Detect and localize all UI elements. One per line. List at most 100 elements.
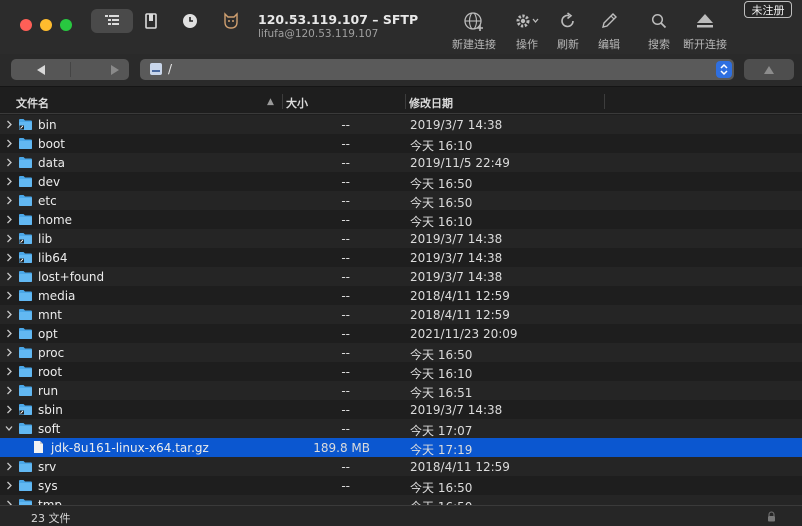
file-modified-date: 今天 16:50 [410, 177, 473, 191]
chevron-right-icon[interactable] [5, 120, 13, 129]
table-row[interactable]: sys -- 今天 16:50 [0, 476, 802, 495]
file-modified-date: 今天 16:50 [410, 481, 473, 495]
column-size[interactable]: 大小 [286, 95, 308, 111]
chevron-right-icon[interactable] [5, 348, 13, 357]
file-name: bin [38, 118, 57, 132]
path-selector[interactable]: / [140, 59, 734, 80]
folder-icon [19, 309, 32, 320]
chevron-right-icon[interactable] [5, 367, 13, 376]
table-row[interactable]: media -- 2018/4/11 12:59 [0, 286, 802, 305]
chevron-right-icon[interactable] [5, 196, 13, 205]
back-arrow-icon[interactable] [37, 65, 45, 75]
history-button[interactable] [179, 9, 201, 33]
outline-view-button[interactable] [91, 9, 133, 33]
chevron-right-icon[interactable] [5, 405, 13, 414]
sftp-window: 120.53.119.107 – SFTP lifufa@120.53.119.… [0, 0, 802, 526]
chevron-right-icon[interactable] [5, 215, 13, 224]
column-separator[interactable] [405, 94, 406, 109]
file-name: lost+found [38, 270, 105, 284]
table-row[interactable]: lost+found -- 2019/3/7 14:38 [0, 267, 802, 286]
file-size: -- [341, 308, 350, 322]
forward-arrow-icon[interactable] [111, 65, 119, 75]
column-modified[interactable]: 修改日期 [409, 95, 453, 111]
file-modified-date: 今天 16:10 [410, 367, 473, 381]
table-row[interactable]: boot -- 今天 16:10 [0, 134, 802, 153]
column-separator[interactable] [282, 94, 283, 109]
bonjour-button[interactable] [219, 9, 243, 33]
table-row[interactable]: tmp -- 今天 16:50 [0, 495, 802, 505]
folder-icon [19, 461, 32, 472]
chevron-down-icon[interactable] [5, 424, 13, 433]
file-modified-date: 2018/4/11 12:59 [410, 308, 510, 322]
table-row[interactable]: lib64 -- 2019/3/7 14:38 [0, 248, 802, 267]
table-row[interactable]: lib -- 2019/3/7 14:38 [0, 229, 802, 248]
table-row[interactable]: opt -- 2021/11/23 20:09 [0, 324, 802, 343]
outline-list-icon [105, 15, 119, 25]
folder-icon [19, 195, 32, 206]
column-separator[interactable] [604, 94, 605, 109]
file-name: boot [38, 137, 66, 151]
folder-icon [19, 176, 32, 187]
file-name: run [38, 384, 59, 398]
server-drive-icon [150, 63, 162, 75]
file-modified-date: 今天 16:50 [410, 196, 473, 210]
path-dropdown-stepper[interactable] [716, 61, 732, 78]
file-modified-date: 今天 16:50 [410, 348, 473, 362]
table-row[interactable]: home -- 今天 16:10 [0, 210, 802, 229]
back-forward-control [11, 59, 129, 80]
zoom-window-button[interactable] [60, 19, 72, 31]
chevron-right-icon[interactable] [5, 234, 13, 243]
chevron-right-icon[interactable] [5, 158, 13, 167]
chevron-right-icon[interactable] [5, 462, 13, 471]
refresh-button[interactable]: 刷新 [553, 10, 583, 52]
chevron-right-icon[interactable] [5, 253, 13, 262]
action-button[interactable]: 操作 [512, 10, 542, 52]
unregistered-badge[interactable]: 未注册 [744, 1, 792, 18]
chevron-right-icon[interactable] [5, 310, 13, 319]
table-row[interactable]: srv -- 2018/4/11 12:59 [0, 457, 802, 476]
file-size: -- [341, 175, 350, 189]
parent-folder-button[interactable] [744, 59, 794, 80]
table-row[interactable]: bin -- 2019/3/7 14:38 [0, 115, 802, 134]
table-row[interactable]: data -- 2019/11/5 22:49 [0, 153, 802, 172]
bookmarks-button[interactable] [140, 9, 162, 33]
file-modified-date: 今天 16:50 [410, 498, 472, 505]
close-window-button[interactable] [20, 19, 32, 31]
search-button[interactable]: 搜索 [644, 10, 674, 52]
file-modified-date: 今天 16:51 [410, 386, 473, 400]
chevron-right-icon[interactable] [5, 329, 13, 338]
table-row[interactable]: soft -- 今天 17:07 [0, 419, 802, 438]
chevron-updown-icon [720, 63, 728, 76]
table-row[interactable]: root -- 今天 16:10 [0, 362, 802, 381]
file-name: srv [38, 460, 57, 474]
folder-icon [19, 423, 32, 434]
chevron-right-icon[interactable] [5, 291, 13, 300]
file-name: etc [38, 194, 57, 208]
disconnect-button[interactable]: 断开连接 [683, 10, 727, 52]
folder-icon [19, 271, 32, 282]
minimize-window-button[interactable] [40, 19, 52, 31]
chevron-right-icon[interactable] [5, 272, 13, 281]
table-row[interactable]: sbin -- 2019/3/7 14:38 [0, 400, 802, 419]
new-connection-button[interactable]: 新建连接 [452, 10, 496, 52]
chevron-right-icon[interactable] [5, 481, 13, 490]
folder-alias-icon [19, 252, 32, 263]
table-row[interactable]: proc -- 今天 16:50 [0, 343, 802, 362]
chevron-right-icon[interactable] [5, 386, 13, 395]
file-modified-date: 2018/4/11 12:59 [410, 460, 510, 474]
folder-icon [19, 385, 32, 396]
chevron-right-icon[interactable] [5, 139, 13, 148]
file-modified-date: 今天 17:07 [410, 424, 473, 438]
table-row[interactable]: run -- 今天 16:51 [0, 381, 802, 400]
file-size: -- [341, 384, 350, 398]
table-row[interactable]: jdk-8u161-linux-x64.tar.gz 189.8 MB 今天 17:… [0, 438, 802, 457]
column-name[interactable]: 文件名 [16, 95, 49, 111]
chevron-right-icon[interactable] [5, 177, 13, 186]
globe-plus-icon [464, 12, 483, 31]
table-row[interactable]: mnt -- 2018/4/11 12:59 [0, 305, 802, 324]
table-row[interactable]: etc -- 今天 16:50 [0, 191, 802, 210]
column-header: 文件名 ▲ 大小 修改日期 [0, 88, 802, 114]
file-modified-date: 2019/11/5 22:49 [410, 156, 510, 170]
table-row[interactable]: dev -- 今天 16:50 [0, 172, 802, 191]
edit-button[interactable]: 编辑 [594, 10, 624, 52]
